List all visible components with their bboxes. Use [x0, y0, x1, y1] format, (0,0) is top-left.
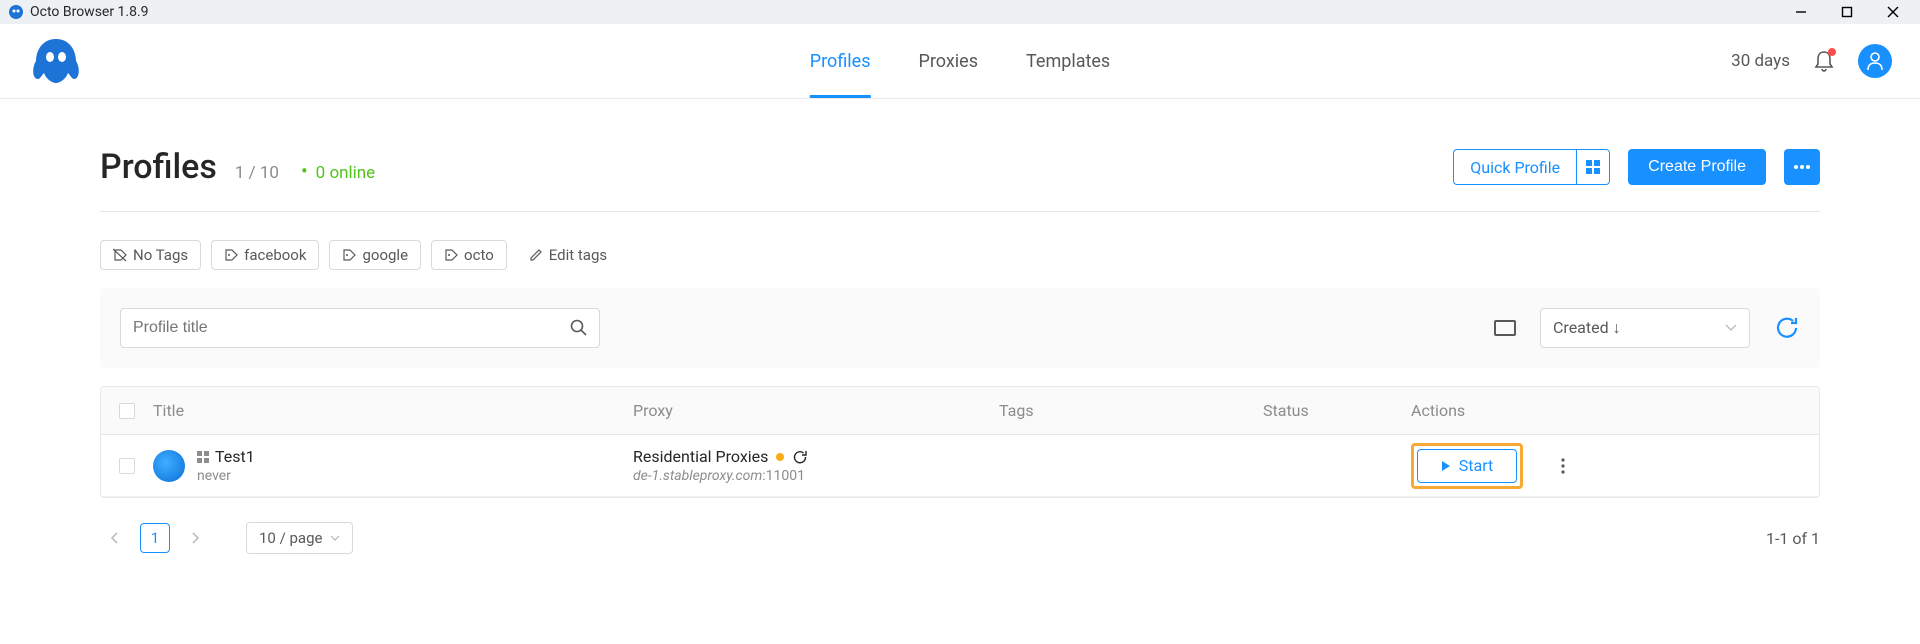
- more-options-button[interactable]: [1784, 149, 1820, 185]
- user-icon: [1867, 52, 1883, 70]
- quick-profile-label: Quick Profile: [1454, 158, 1576, 177]
- keyboard-icon[interactable]: [1494, 320, 1516, 336]
- search-input[interactable]: [121, 319, 559, 337]
- page-size-select[interactable]: 10 / page: [246, 522, 353, 554]
- windows-icon: [1577, 160, 1609, 174]
- edit-tags-button[interactable]: Edit tags: [529, 246, 607, 264]
- app-icon: [8, 4, 24, 20]
- start-button[interactable]: Start: [1417, 449, 1517, 483]
- search-icon: [570, 319, 588, 337]
- tag-label: octo: [464, 246, 494, 264]
- tag-icon: [342, 248, 356, 262]
- sort-select[interactable]: Created ↓: [1540, 308, 1750, 348]
- profile-count: 1 / 10: [235, 163, 279, 183]
- tag-label: google: [362, 246, 408, 264]
- quick-profile-button[interactable]: Quick Profile: [1453, 149, 1610, 185]
- play-icon: [1441, 460, 1451, 472]
- filter-bar: Created ↓: [100, 288, 1820, 368]
- no-tags-label: No Tags: [133, 246, 188, 264]
- no-tags-icon: [113, 248, 127, 262]
- page-next-button[interactable]: [182, 524, 210, 552]
- page-number-button[interactable]: 1: [140, 523, 170, 553]
- tag-label: facebook: [244, 246, 306, 264]
- proxy-port: :11001: [762, 468, 805, 484]
- tag-chip-facebook[interactable]: facebook: [211, 240, 319, 270]
- col-header-proxy: Proxy: [633, 401, 999, 420]
- window-close-button[interactable]: [1870, 0, 1916, 24]
- online-dot-icon: •: [301, 159, 308, 183]
- page-range: 1-1 of 1: [1766, 529, 1820, 548]
- proxy-host: de-1.stableproxy.com: [633, 468, 762, 484]
- chevron-down-icon: [330, 535, 340, 541]
- start-label: Start: [1459, 456, 1493, 475]
- create-profile-button[interactable]: Create Profile: [1628, 149, 1766, 185]
- pencil-icon: [529, 248, 543, 262]
- nav-tab-templates[interactable]: Templates: [1026, 25, 1110, 98]
- profile-avatar-icon: [153, 450, 185, 482]
- window-maximize-button[interactable]: [1824, 0, 1870, 24]
- col-header-tags: Tags: [999, 401, 1263, 420]
- tag-icon: [444, 248, 458, 262]
- proxy-check-button[interactable]: [792, 449, 808, 465]
- sort-direction: ↓: [1613, 318, 1621, 337]
- row-checkbox[interactable]: [119, 458, 135, 474]
- tag-chip-google[interactable]: google: [329, 240, 421, 270]
- table-row: Test1 never Residential Proxies de-1.sta…: [101, 435, 1819, 497]
- page-title: Profiles: [100, 147, 217, 187]
- profiles-table: Title Proxy Tags Status Actions Test1 ne…: [100, 386, 1820, 498]
- proxy-status-dot-icon: [776, 453, 784, 461]
- vertical-ellipsis-icon: [1561, 458, 1565, 474]
- logo-icon: [28, 35, 84, 87]
- app-header: Profiles Proxies Templates 30 days: [0, 24, 1920, 99]
- col-header-status: Status: [1263, 401, 1411, 420]
- col-header-actions: Actions: [1411, 401, 1819, 420]
- refresh-icon: [792, 449, 808, 465]
- profile-last-run: never: [197, 468, 255, 484]
- ellipsis-icon: [1794, 165, 1810, 169]
- tag-icon: [224, 248, 238, 262]
- notification-dot-icon: [1828, 48, 1836, 56]
- col-header-title: Title: [153, 401, 633, 420]
- tag-chip-octo[interactable]: octo: [431, 240, 507, 270]
- select-all-checkbox[interactable]: [119, 403, 135, 419]
- windows-icon: [197, 451, 209, 463]
- user-avatar-button[interactable]: [1858, 44, 1892, 78]
- subscription-days[interactable]: 30 days: [1731, 51, 1790, 71]
- profile-name[interactable]: Test1: [215, 447, 255, 466]
- proxy-name: Residential Proxies: [633, 447, 768, 466]
- page-prev-button[interactable]: [100, 524, 128, 552]
- online-count: 0 online: [316, 163, 376, 183]
- chevron-down-icon: [1725, 324, 1737, 332]
- window-minimize-button[interactable]: [1778, 0, 1824, 24]
- sort-label: Created: [1553, 318, 1609, 337]
- row-more-button[interactable]: [1561, 458, 1565, 474]
- page-size-label: 10 / page: [259, 529, 322, 547]
- no-tags-filter[interactable]: No Tags: [100, 240, 201, 270]
- title-bar: Octo Browser 1.8.9: [0, 0, 1920, 24]
- window-title: Octo Browser 1.8.9: [30, 4, 149, 20]
- nav-tab-profiles[interactable]: Profiles: [810, 25, 871, 98]
- search-button[interactable]: [559, 319, 599, 337]
- notifications-button[interactable]: [1814, 50, 1834, 72]
- nav-tab-proxies[interactable]: Proxies: [919, 25, 979, 98]
- refresh-icon: [1774, 315, 1800, 341]
- edit-tags-label: Edit tags: [549, 246, 607, 264]
- refresh-button[interactable]: [1774, 315, 1800, 341]
